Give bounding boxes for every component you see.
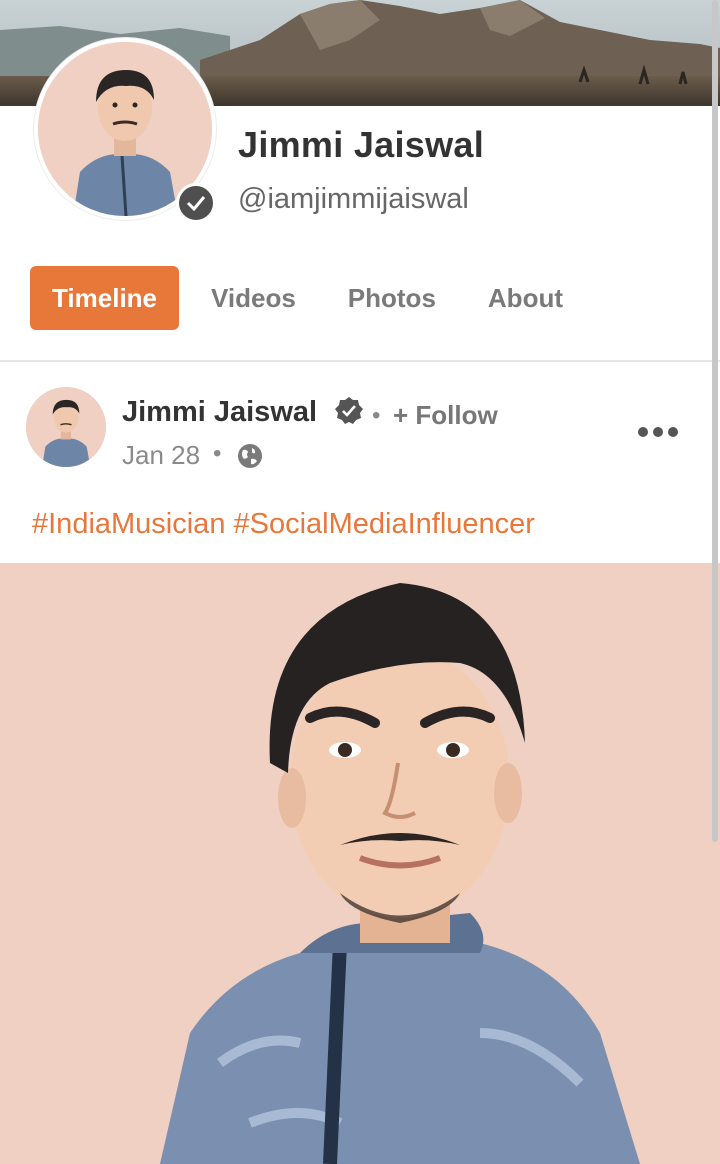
separator-dot: • <box>372 402 381 429</box>
follow-button[interactable]: + Follow <box>393 400 498 431</box>
profile-name: Jimmi Jaiswal <box>238 124 485 165</box>
post-author-avatar[interactable] <box>26 387 106 467</box>
section-divider <box>0 360 720 362</box>
tab-about[interactable]: About <box>466 266 585 330</box>
post-image[interactable] <box>0 563 720 1164</box>
tab-photos[interactable]: Photos <box>326 266 458 330</box>
post-author-name[interactable]: Jimmi Jaiswal <box>122 396 317 429</box>
post-date[interactable]: Jan 28 <box>122 440 200 471</box>
verified-badge-icon <box>176 183 216 223</box>
more-options-icon[interactable] <box>636 420 680 444</box>
scrollbar[interactable] <box>712 0 718 842</box>
globe-icon <box>238 444 262 468</box>
profile-tabs: Timeline Videos Photos About <box>30 266 585 330</box>
post-hashtags[interactable]: #IndiaMusician #SocialMediaInfluencer <box>32 508 535 541</box>
verified-badge-icon <box>335 397 363 424</box>
tab-videos[interactable]: Videos <box>189 266 318 330</box>
tab-timeline[interactable]: Timeline <box>30 266 180 330</box>
profile-handle: @iamjimmijaiswal <box>238 183 469 215</box>
separator-dot: • <box>213 440 222 467</box>
